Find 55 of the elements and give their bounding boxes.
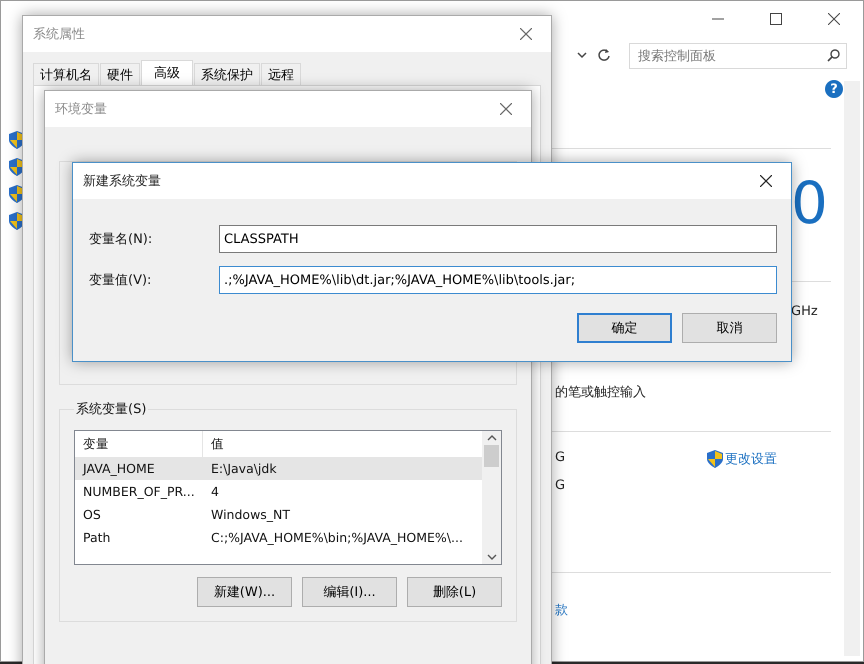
tab[interactable]: 硬件 — [100, 63, 140, 85]
table-cell-text: Windows_NT — [210, 507, 292, 522]
tab[interactable]: 系统保护 — [194, 63, 260, 85]
field-label: 变量名(N): — [89, 231, 154, 248]
search-icon — [827, 49, 840, 62]
list-row[interactable]: OS Windows_NT — [75, 503, 482, 526]
chevron-up-icon — [486, 435, 496, 441]
input-field[interactable]: .;%JAVA_HOME%\lib\dt.jar;%JAVA_HOME%\lib\tools.jar; — [219, 266, 777, 294]
scrollbar[interactable] — [844, 81, 860, 656]
list-row[interactable]: NUMBER_OF_PR... 4 — [75, 480, 482, 503]
table-cell-text: C:;%JAVA_HOME%\bin;%JAVA_HOME%\... — [210, 530, 464, 545]
window-title: 环境变量 — [55, 101, 107, 118]
action-button[interactable]: 新建(W)... — [197, 577, 292, 607]
table-cell-text: E:\Java\jdk — [210, 461, 278, 476]
tab[interactable]: 计算机名 — [33, 63, 99, 85]
dialog-title: 新建系统变量 — [83, 173, 161, 190]
settings-link[interactable]: 款 — [555, 601, 568, 619]
table-cell-text: Path — [82, 530, 112, 545]
chevron-down-icon — [577, 51, 587, 59]
help-button[interactable]: ? — [825, 80, 843, 98]
close-icon — [520, 28, 532, 40]
chevron-down-icon — [486, 554, 496, 560]
list-row[interactable]: JAVA_HOME E:\Java\jdk — [75, 457, 482, 480]
table-cell-text: JAVA_HOME — [81, 461, 156, 476]
search-field[interactable]: 搜索控制面板 — [629, 43, 847, 69]
tab[interactable]: 高级 — [141, 60, 193, 85]
variables-list[interactable]: 变量 值 JAVA_HOME E:\Java\jdk NUMBER_OF_PR... 4 OS Windows_NT Path C:;%JAVA_HOME%\bin;%JAVA_HOME%\... — [74, 430, 502, 565]
dialog-button[interactable]: 取消 — [682, 313, 777, 343]
field-label: 变量值(V): — [89, 272, 152, 289]
action-button[interactable]: 删除(L) — [407, 577, 502, 607]
info-text: G — [555, 450, 566, 465]
tab[interactable]: 远程 — [261, 63, 301, 85]
window-title: 系统属性 — [33, 26, 85, 43]
refresh-icon — [597, 48, 611, 62]
table-cell-text: 4 — [210, 484, 220, 499]
scrollbar-thumb[interactable] — [484, 445, 499, 467]
info-text: G — [555, 478, 566, 493]
close-icon — [500, 103, 512, 115]
group-label: 系统变量(S) — [74, 400, 148, 418]
scrollbar[interactable] — [482, 431, 501, 564]
version-number: 0 — [791, 169, 828, 237]
maximize-icon — [770, 13, 782, 25]
info-text: 的笔或触控输入 — [555, 384, 646, 401]
info-text: GHz — [791, 304, 818, 319]
action-button[interactable]: 编辑(I)... — [302, 577, 397, 607]
settings-link[interactable]: 更改设置 — [707, 450, 777, 472]
table-cell-text: OS — [82, 507, 102, 522]
table-cell-text: NUMBER_OF_PR... — [82, 484, 196, 499]
shield-icon — [707, 450, 723, 468]
column-header[interactable]: 值 — [203, 436, 482, 452]
close-icon — [760, 175, 772, 187]
list-row[interactable]: Path C:;%JAVA_HOME%\bin;%JAVA_HOME%\... — [75, 526, 482, 549]
dialog-button[interactable]: 确定 — [577, 313, 672, 343]
input-field[interactable]: CLASSPATH — [219, 225, 777, 253]
close-icon — [828, 13, 840, 25]
